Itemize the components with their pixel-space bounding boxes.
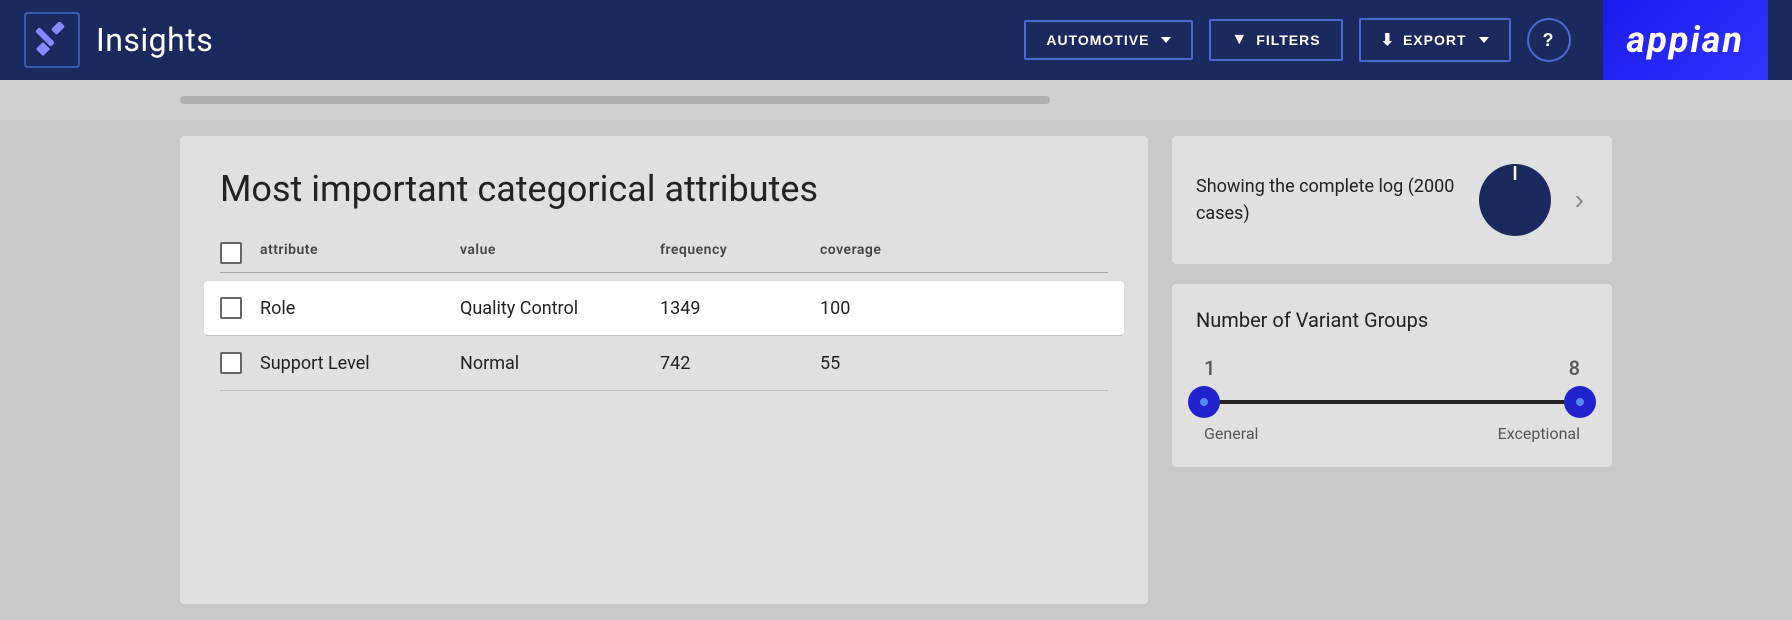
- automotive-button[interactable]: AUTOMOTIVE: [1024, 20, 1193, 60]
- table-row[interactable]: Role Quality Control 1349 100: [204, 281, 1124, 336]
- slider-sublabel-right: Exceptional: [1498, 424, 1580, 443]
- row-coverage: 100: [820, 298, 980, 319]
- slider-thumb-left[interactable]: [1188, 386, 1220, 418]
- slider-labels: 1 8: [1204, 356, 1580, 380]
- col-frequency: frequency: [660, 242, 820, 264]
- header: Insights AUTOMOTIVE ▼ FILTERS ⬇ EXPORT ?…: [0, 0, 1792, 80]
- row-checkbox-cell: [220, 352, 260, 374]
- expand-button[interactable]: ›: [1571, 180, 1588, 220]
- export-button[interactable]: ⬇ EXPORT: [1359, 18, 1511, 62]
- pie-chart: [1475, 160, 1555, 240]
- slider-sublabels: General Exceptional: [1204, 424, 1580, 443]
- attributes-panel: Most important categorical attributes at…: [180, 136, 1148, 604]
- filter-icon: ▼: [1231, 31, 1248, 49]
- panel-title: Most important categorical attributes: [220, 168, 1108, 210]
- chevron-down-icon: [1479, 37, 1489, 43]
- row-attribute: Role: [260, 298, 460, 319]
- col-coverage: coverage: [820, 242, 980, 264]
- row-attribute: Support Level: [260, 353, 460, 374]
- slider-max-label: 8: [1569, 356, 1580, 380]
- page-title: Insights: [96, 21, 213, 59]
- progress-bar: [180, 96, 1050, 104]
- main-content: Most important categorical attributes at…: [0, 120, 1792, 620]
- slider-track[interactable]: [1204, 400, 1580, 404]
- table-header: attribute value frequency coverage: [220, 234, 1108, 273]
- appian-wordmark: appian: [1627, 19, 1744, 61]
- help-button[interactable]: ?: [1527, 18, 1571, 62]
- export-icon: ⬇: [1381, 30, 1395, 50]
- slider-inner-dot-right: [1576, 398, 1584, 406]
- chevron-down-icon: [1161, 37, 1171, 43]
- col-attribute: attribute: [260, 242, 460, 264]
- automotive-label: AUTOMOTIVE: [1046, 32, 1149, 48]
- row-value: Quality Control: [460, 298, 660, 319]
- help-label: ?: [1543, 30, 1555, 51]
- filters-button[interactable]: ▼ FILTERS: [1209, 19, 1342, 61]
- slider-min-label: 1: [1204, 356, 1215, 380]
- slider-sublabel-left: General: [1204, 424, 1258, 443]
- slider-inner-dot-left: [1200, 398, 1208, 406]
- col-checkbox: [220, 242, 260, 264]
- row-coverage: 55: [820, 353, 980, 374]
- row-value: Normal: [460, 353, 660, 374]
- row-checkbox[interactable]: [220, 352, 242, 374]
- row-checkbox-cell: [220, 297, 260, 319]
- col-value: value: [460, 242, 660, 264]
- slider-thumb-right[interactable]: [1564, 386, 1596, 418]
- filters-label: FILTERS: [1256, 32, 1320, 48]
- hammer-icon: [34, 22, 70, 58]
- table-row[interactable]: Support Level Normal 742 55: [220, 336, 1108, 391]
- row-checkbox[interactable]: [220, 297, 242, 319]
- export-label: EXPORT: [1403, 32, 1467, 48]
- variant-title: Number of Variant Groups: [1196, 308, 1588, 332]
- slider-container: 1 8 General Exceptional: [1196, 356, 1588, 443]
- right-panel: Showing the complete log (2000 cases) › …: [1172, 136, 1612, 604]
- log-info-text: Showing the complete log (2000 cases): [1196, 173, 1459, 227]
- variant-groups-card: Number of Variant Groups 1 8 General: [1172, 284, 1612, 467]
- subheader: [0, 80, 1792, 120]
- row-frequency: 742: [660, 353, 820, 374]
- row-frequency: 1349: [660, 298, 820, 319]
- appian-logo: appian: [1603, 0, 1768, 80]
- log-info-card: Showing the complete log (2000 cases) ›: [1172, 136, 1612, 264]
- header-checkbox[interactable]: [220, 242, 242, 264]
- logo-box: [24, 12, 80, 68]
